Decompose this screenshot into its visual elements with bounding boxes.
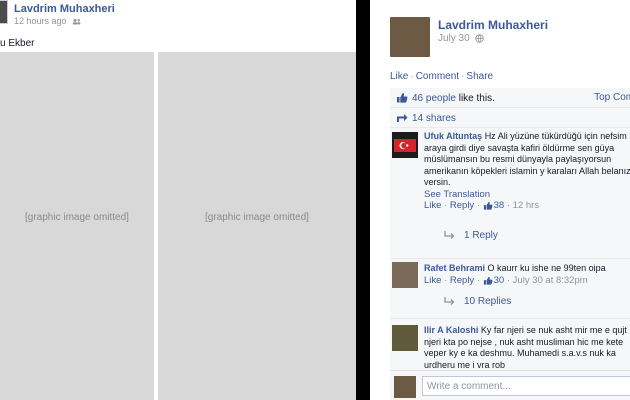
commenter-name[interactable]: Ufuk Altuntaş <box>424 131 482 141</box>
replies-count: 1 Reply <box>464 230 498 241</box>
thumbs-up-icon <box>397 93 408 103</box>
photo-placeholder-label: [graphic image omitted] <box>25 212 129 223</box>
divider <box>356 0 370 400</box>
see-translation-link[interactable]: See Translation <box>424 189 630 201</box>
post-photos[interactable]: [graphic image omitted] [graphic image o… <box>0 52 356 400</box>
commenter-name[interactable]: Rafet Behrami <box>424 263 485 273</box>
left-post-panel: Lavdrim Muhaxheri 12 hours ago u Ekber [… <box>0 0 356 400</box>
shares-summary: 14 shares <box>390 108 630 128</box>
replies-toggle[interactable]: 1 Reply <box>444 230 498 241</box>
avatar <box>394 376 416 398</box>
like-link[interactable]: Like <box>390 71 408 82</box>
shares-count[interactable]: 14 shares <box>412 113 456 124</box>
comment-reply-link[interactable]: Reply <box>450 200 474 211</box>
left-post-header: Lavdrim Muhaxheri 12 hours ago u Ekber <box>0 0 356 52</box>
friends-icon <box>72 19 81 25</box>
avatar[interactable] <box>392 132 418 158</box>
comment-text: O kaurr ku ishe ne 99ten oipa <box>487 263 606 273</box>
comment-reply-link[interactable]: Reply <box>450 275 474 286</box>
post-caption: u Ekber <box>0 38 35 49</box>
share-link[interactable]: Share <box>466 71 493 82</box>
commenter-name[interactable]: Ilir A Kaloshi <box>424 325 478 335</box>
comment-like-count[interactable]: 38 <box>494 200 505 211</box>
comment-input[interactable] <box>422 376 630 396</box>
thumbs-up-icon <box>483 201 493 210</box>
avatar[interactable] <box>392 325 418 351</box>
comment-time[interactable]: July 30 at 8:32pm <box>513 275 588 286</box>
post-time-text: July 30 <box>438 33 470 44</box>
likes-count[interactable]: 46 people <box>412 93 456 104</box>
comment: Rafet Behrami O kaurr ku ishe ne 99ten o… <box>390 258 630 318</box>
reply-arrow-icon <box>444 231 455 239</box>
comment-actions: Like · Reply · 38 · 12 hrs <box>424 200 540 211</box>
post-time[interactable]: July 30 <box>438 33 485 44</box>
comment-time[interactable]: 12 hrs <box>513 200 539 211</box>
comment-body: Rafet Behrami O kaurr ku ishe ne 99ten o… <box>424 263 630 286</box>
likes-summary: 46 people like this. Top Comme <box>390 88 630 108</box>
avatar[interactable] <box>390 17 430 57</box>
share-icon <box>397 114 408 122</box>
top-comments-toggle[interactable]: Top Comme <box>594 92 630 103</box>
likes-text: like this. <box>458 93 495 104</box>
comment-like-link[interactable]: Like <box>424 200 441 211</box>
thumbs-up-icon <box>483 276 493 285</box>
comment-link[interactable]: Comment <box>416 71 459 82</box>
comment-body: Ilir A Kaloshi Ky far njeri se nuk asht … <box>424 325 630 370</box>
flag-icon <box>394 139 416 152</box>
post-time-text: 12 hours ago <box>14 16 67 26</box>
comment-like-count[interactable]: 30 <box>494 275 505 286</box>
replies-count: 10 Replies <box>464 296 512 307</box>
author-name[interactable]: Lavdrim Muhaxheri <box>14 3 115 15</box>
post-time[interactable]: 12 hours ago <box>14 16 81 26</box>
reply-arrow-icon <box>444 297 455 305</box>
comment-like-link[interactable]: Like <box>424 275 441 286</box>
avatar[interactable] <box>392 262 418 288</box>
comment: Ufuk Altuntaş Hz Ali yüzüne tükürdüğü iç… <box>390 128 630 258</box>
globe-icon <box>475 34 485 43</box>
comment-actions: Like · Reply · 30 · July 30 at 8:32pm <box>424 274 588 286</box>
avatar[interactable] <box>0 0 8 24</box>
replies-toggle[interactable]: 10 Replies <box>444 296 511 307</box>
right-post-panel: Lavdrim Muhaxheri July 30 Like · Comment · S… <box>370 0 630 400</box>
post-photo-2[interactable]: [graphic image omitted] <box>158 52 356 400</box>
post-actions: Like · Comment · Share <box>390 71 494 82</box>
write-comment-bar <box>390 370 630 400</box>
comment-body: Ufuk Altuntaş Hz Ali yüzüne tükürdüğü iç… <box>424 131 630 212</box>
photo-placeholder-label: [graphic image omitted] <box>205 212 309 223</box>
post-photo-1[interactable]: [graphic image omitted] <box>0 52 154 400</box>
author-name[interactable]: Lavdrim Muhaxheri <box>438 18 548 32</box>
comment: Ilir A Kaloshi Ky far njeri se nuk asht … <box>390 318 630 370</box>
